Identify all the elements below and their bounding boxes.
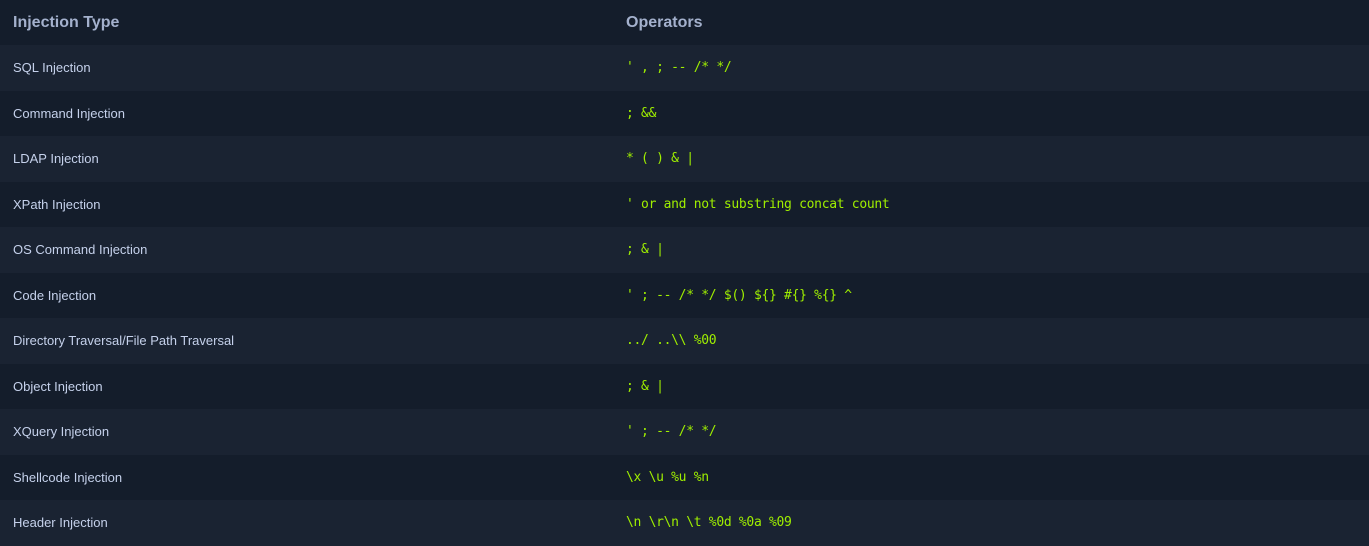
table-row: Shellcode Injection \x \u %u %n [0,454,1369,500]
table-row: Header Injection \n \r\n \t %0d %0a %09 [0,500,1369,546]
header-operators: Operators [626,13,703,31]
operators-cell: * ( ) & | [626,151,694,167]
table-header-row: Injection Type Operators [0,0,1369,45]
operators-cell: ; && [626,105,657,121]
operators-cell: ; & | [626,242,664,258]
table-row: LDAP Injection * ( ) & | [0,136,1369,182]
operators-cell: \x \u %u %n [626,469,709,485]
injection-type-cell: Header Injection [13,515,108,531]
header-injection-type: Injection Type [13,13,120,31]
injection-type-cell: SQL Injection [13,60,91,76]
operators-cell: ' ; -- /* */ [626,424,717,440]
operators-cell: ' ; -- /* */ $() ${} #{} %{} ^ [626,287,852,303]
table-row: Object Injection ; & | [0,363,1369,409]
operators-cell: ../ ..\\ %00 [626,333,717,349]
operators-cell: ' or and not substring concat count [626,196,890,212]
injection-type-cell: Code Injection [13,287,97,303]
operators-cell: \n \r\n \t %0d %0a %09 [626,515,792,531]
table-row: Code Injection ' ; -- /* */ $() ${} #{} … [0,272,1369,318]
table-row: OS Command Injection ; & | [0,227,1369,273]
table-row: XPath Injection ' or and not substring c… [0,181,1369,227]
injection-type-cell: XPath Injection [13,196,101,212]
injection-operators-table: Injection Type Operators SQL Injection '… [0,0,1369,546]
injection-type-cell: Command Injection [13,105,125,121]
injection-type-cell: OS Command Injection [13,242,148,258]
operators-cell: ' , ; -- /* */ [626,60,732,76]
injection-type-cell: LDAP Injection [13,151,99,167]
injection-type-cell: XQuery Injection [13,424,110,440]
table-row: Command Injection ; && [0,90,1369,136]
operators-cell: ; & | [626,378,664,394]
table-row: SQL Injection ' , ; -- /* */ [0,45,1369,91]
injection-type-cell: Shellcode Injection [13,469,123,485]
injection-type-cell: Object Injection [13,378,103,394]
table-row: Directory Traversal/File Path Traversal … [0,318,1369,364]
table-row: XQuery Injection ' ; -- /* */ [0,409,1369,455]
injection-type-cell: Directory Traversal/File Path Traversal [13,333,235,349]
